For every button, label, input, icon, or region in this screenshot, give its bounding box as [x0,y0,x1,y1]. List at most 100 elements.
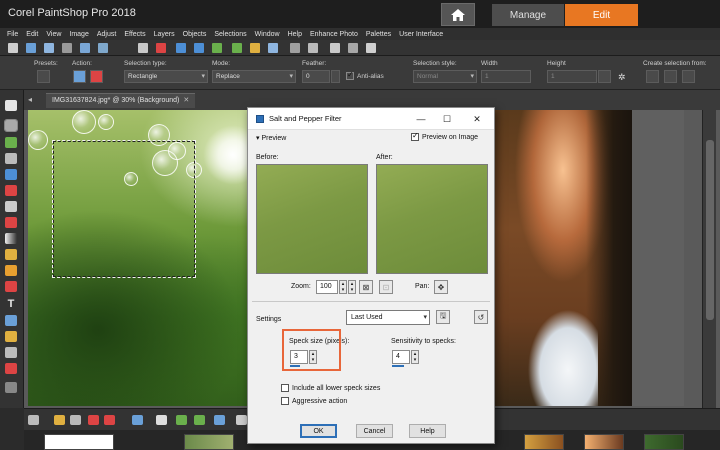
height-input[interactable]: 1 [547,70,597,83]
zoom-spinner[interactable]: ▴ ▾ [339,280,347,294]
move-tool-icon[interactable] [5,169,17,180]
selection-from-layer-icon[interactable] [664,70,677,83]
clone-brush-icon[interactable] [5,217,17,228]
menu-effects[interactable]: Effects [124,31,145,38]
selection-style-select[interactable]: Normal ▾ [413,70,477,83]
action-add-icon[interactable] [73,70,86,83]
menu-objects[interactable]: Objects [183,31,207,38]
zoom-dropdown[interactable]: ▴ ▾ [348,280,356,294]
zoom-input[interactable]: 100 [316,280,338,294]
zoom-fit-icon[interactable]: ⊠ [359,280,373,294]
pick-tool-icon[interactable] [5,100,17,111]
menu-file[interactable]: File [7,31,18,38]
list-view-icon[interactable] [70,415,81,425]
sensitivity-slider[interactable] [392,365,404,367]
preview-section-toggle[interactable]: ▾ Preview [256,134,286,142]
paint-icon[interactable] [104,415,115,425]
brush-icon[interactable] [88,415,99,425]
close-icon[interactable]: ✕ [470,112,484,126]
zoom-icon[interactable] [214,415,225,425]
people-icon[interactable] [132,415,143,425]
open-icon[interactable] [26,43,36,53]
menu-layers[interactable]: Layers [154,31,175,38]
info-icon[interactable] [236,415,247,425]
text-tool-icon[interactable]: T [5,299,17,310]
preview-on-image-checkbox[interactable]: Preview on Image [411,131,478,141]
vertical-scrollbar[interactable] [702,110,716,408]
organizer-toggle-icon[interactable] [28,415,39,425]
forward-icon[interactable] [232,43,242,53]
red-eye-icon[interactable] [5,185,17,196]
scrollbar-thumb[interactable] [706,140,714,320]
history-icon[interactable] [212,43,222,53]
save-icon[interactable] [44,43,54,53]
feather-spinner[interactable] [331,70,340,83]
sensitivity-spinner[interactable]: ▴ ▾ [411,350,419,364]
dropper-tool-icon[interactable] [5,137,17,148]
menu-image[interactable]: Image [69,31,88,38]
presets-dropdown[interactable] [37,70,50,83]
thumbnail[interactable] [584,434,624,450]
settings-select[interactable]: Last Used ▾ [346,310,430,325]
before-preview[interactable] [256,164,368,274]
menu-enhance-photo[interactable]: Enhance Photo [310,31,358,38]
height-dropdown[interactable] [598,70,611,83]
menu-help[interactable]: Help [288,31,302,38]
ruler-icon[interactable] [308,43,318,53]
rotate-right-icon[interactable] [194,415,205,425]
redo-icon[interactable] [194,43,204,53]
anti-alias-checkbox[interactable]: Anti-alias [346,70,384,80]
menu-palettes[interactable]: Palettes [366,31,391,38]
reset-icon[interactable]: ↺ [474,310,488,324]
menu-window[interactable]: Window [255,31,280,38]
thumbnail[interactable] [644,434,684,450]
eraser-icon[interactable] [5,281,17,292]
feather-input[interactable]: 0 [302,70,330,83]
calendar-icon[interactable] [156,415,167,425]
sensitivity-input[interactable]: 4 [392,350,410,364]
image-icon[interactable] [268,43,278,53]
home-button[interactable] [441,3,475,26]
gradient-icon[interactable] [5,233,17,244]
pen-tool-icon[interactable] [5,331,17,342]
pan-icon[interactable]: ✥ [434,280,448,294]
selection-marquee[interactable] [52,140,196,278]
browse-icon[interactable] [62,43,72,53]
maximize-icon[interactable]: ☐ [440,112,454,126]
minimize-icon[interactable]: — [414,112,428,126]
save-preset-icon[interactable]: 🖫 [436,310,450,324]
menu-view[interactable]: View [46,31,61,38]
edit-selection-icon[interactable] [250,43,260,53]
folder-icon[interactable] [54,415,65,425]
dialog-title-bar[interactable]: Salt and Pepper Filter — ☐ ✕ [248,108,494,130]
selection-tool-icon[interactable] [4,119,18,132]
include-lower-checkbox[interactable]: Include all lower speck sizes [281,384,380,392]
tools-more-icon[interactable] [5,382,17,393]
fill-icon[interactable] [5,265,17,276]
makeover-icon[interactable] [5,201,17,212]
tab-edit[interactable]: Edit [565,4,638,26]
document-icon[interactable] [366,43,376,53]
selection-from-mask-icon[interactable] [682,70,695,83]
close-icon[interactable]: ✕ [183,97,189,104]
menu-edit[interactable]: Edit [26,31,38,38]
new-file-icon[interactable] [8,43,18,53]
sparkle-icon[interactable]: ✲ [618,72,626,83]
ok-button[interactable]: OK [300,424,337,438]
paint-brush-icon[interactable] [5,249,17,260]
after-preview[interactable] [376,164,488,274]
layout-icon[interactable] [348,43,358,53]
rotate-left-icon[interactable] [176,415,187,425]
aggressive-checkbox[interactable]: Aggressive action [281,397,347,405]
thumbnail[interactable] [44,434,114,450]
grid-icon[interactable] [290,43,300,53]
cancel-button[interactable]: Cancel [356,424,393,438]
shape-tool-icon[interactable] [5,315,17,326]
selection-from-document-icon[interactable] [646,70,659,83]
mode-select[interactable]: Replace ▾ [212,70,296,83]
picture-tube-icon[interactable] [5,363,17,374]
document-tab[interactable]: IMG31637824.jpg* @ 30% (Background) ✕ [46,93,196,108]
selection-type-select[interactable]: Rectangle ▾ [124,70,208,83]
menu-selections[interactable]: Selections [214,31,246,38]
undo-icon[interactable] [176,43,186,53]
